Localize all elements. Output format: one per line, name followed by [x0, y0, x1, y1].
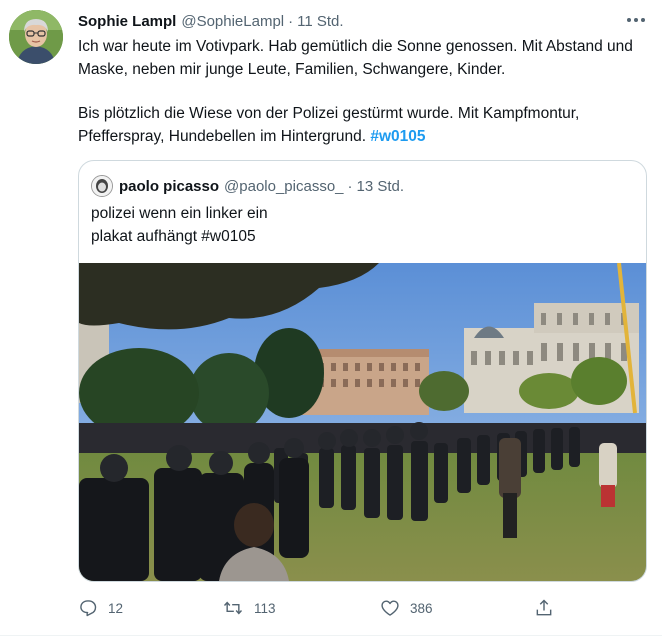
quoted-separator-dot: · [347, 177, 353, 195]
tweet-text: Ich war heute im Votivpark. Hab gemütlic… [78, 36, 640, 148]
avatar-photo [9, 10, 63, 64]
tweet[interactable]: Sophie Lampl @SophieLampl · 11 Std. Ich … [0, 0, 662, 636]
like-count: 386 [410, 600, 433, 616]
action-bar: 12 113 386 [78, 596, 578, 620]
quoted-author-handle[interactable]: @paolo_picasso_ [224, 178, 343, 195]
quoted-line-1: polizei wenn ein linker ein [91, 205, 268, 222]
retweet-icon [223, 601, 243, 615]
quoted-avatar [91, 175, 113, 197]
separator-dot: · [288, 12, 294, 30]
quoted-tweet-photo[interactable] [79, 263, 646, 581]
tweet-paragraph-1: Ich war heute im Votivpark. Hab gemütlic… [78, 38, 633, 78]
police-in-park-photo [79, 263, 646, 581]
timestamp[interactable]: 11 Std. [297, 13, 343, 30]
more-options-button[interactable] [624, 10, 648, 30]
retweet-count: 113 [254, 600, 276, 616]
hashtag-link[interactable]: #w0105 [370, 128, 425, 145]
quoted-tweet[interactable]: paolo picasso @paolo_picasso_ · 13 Std. … [78, 160, 647, 582]
share-icon [536, 599, 552, 616]
more-horizontal-icon [627, 18, 645, 22]
avatar[interactable] [9, 10, 63, 64]
quoted-timestamp[interactable]: 13 Std. [357, 178, 405, 195]
quoted-author-name[interactable]: paolo picasso [119, 178, 219, 195]
reply-button[interactable]: 12 [78, 596, 123, 620]
retweet-button[interactable]: 113 [222, 596, 276, 620]
share-button[interactable] [534, 596, 554, 620]
reply-count: 12 [108, 600, 124, 616]
like-button[interactable]: 386 [380, 596, 433, 620]
heart-icon [381, 600, 399, 616]
tweet-paragraph-2: Bis plötzlich die Wiese von der Polizei … [78, 103, 640, 148]
tweet-paragraph-2-text: Bis plötzlich die Wiese von der Polizei … [78, 105, 580, 145]
quoted-tweet-header: paolo picasso @paolo_picasso_ · 13 Std. [91, 175, 404, 197]
author-handle[interactable]: @SophieLampl [181, 13, 284, 30]
tweet-header: Sophie Lampl @SophieLampl · 11 Std. [78, 10, 648, 32]
quoted-tweet-text: polizei wenn ein linker ein plakat aufhä… [91, 203, 268, 248]
reply-icon [80, 600, 97, 617]
author-name[interactable]: Sophie Lampl [78, 13, 176, 30]
quoted-avatar-image [92, 176, 112, 196]
quoted-line-2: plakat aufhängt #w0105 [91, 227, 256, 245]
